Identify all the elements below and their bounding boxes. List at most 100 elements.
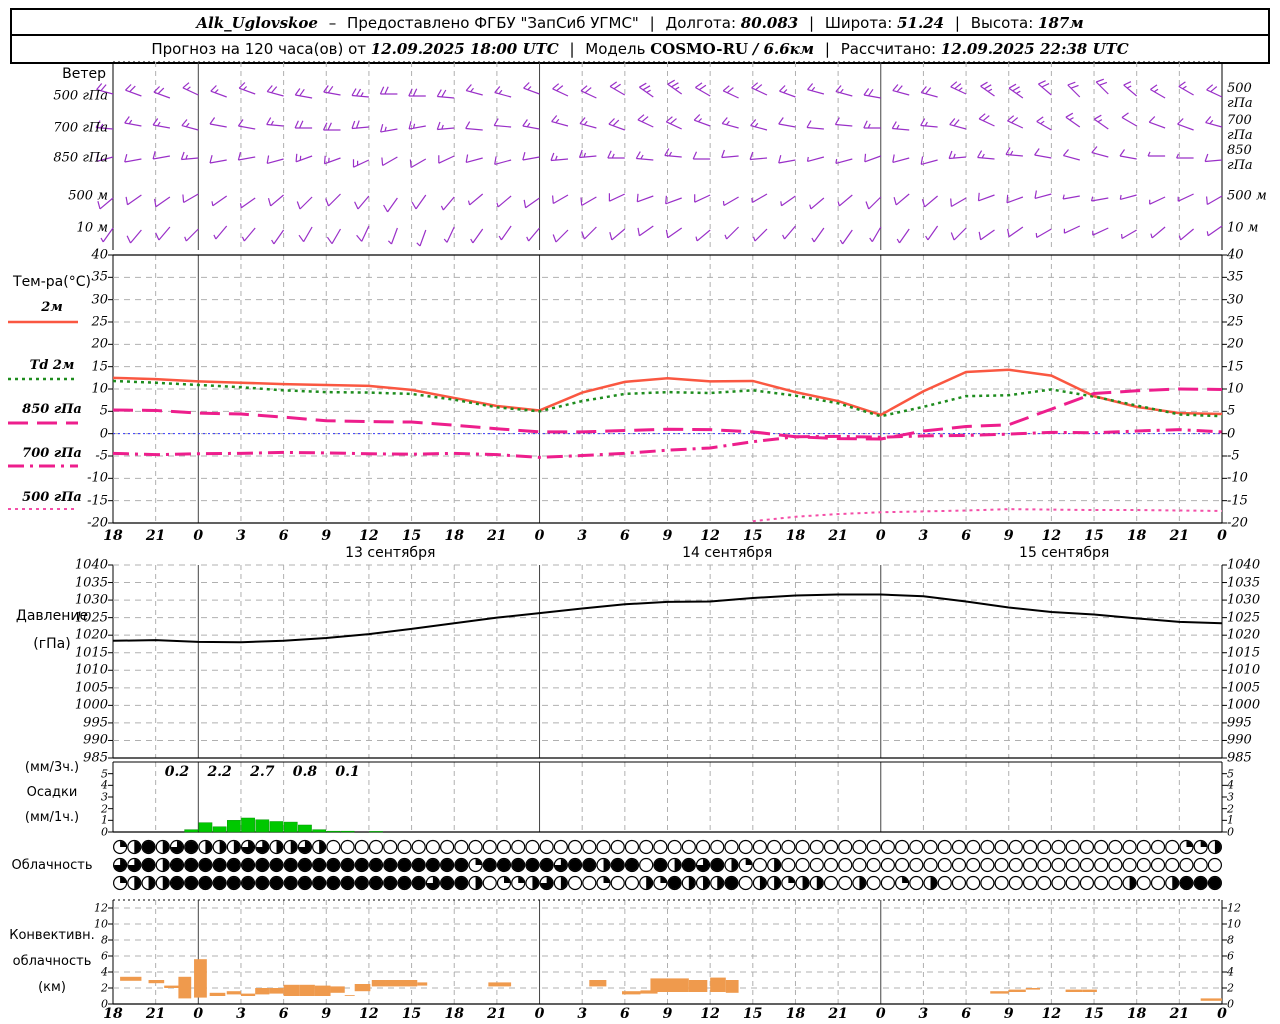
precip-ytick-right: 4 xyxy=(1227,778,1234,792)
wind-level-label-left: 500 гПа xyxy=(53,88,108,104)
cloud-symbol-high xyxy=(767,839,782,855)
cloud-symbol-middle xyxy=(1136,857,1151,873)
convective-cloud-bar xyxy=(1065,989,1083,992)
cloud-fill-low xyxy=(412,877,425,889)
cloud-fill-middle xyxy=(199,859,212,871)
x-hour-label-bottom: 21 xyxy=(1169,1006,1190,1022)
x-hour-label: 15 xyxy=(1084,528,1104,544)
cloud-symbol-high xyxy=(610,839,625,855)
x-hour-label: 21 xyxy=(145,528,166,544)
precip-bar xyxy=(298,824,312,833)
cloud-symbol-high xyxy=(539,839,554,855)
wind-barb xyxy=(608,118,626,131)
pressure-ytick-left: 1015 xyxy=(74,645,108,661)
wind-barb xyxy=(693,114,711,127)
cloud-symbol-middle xyxy=(1022,857,1038,873)
wind-barb xyxy=(724,226,740,240)
cloud-symbol-high xyxy=(1150,839,1166,855)
wind-barb xyxy=(241,227,256,242)
wind-barb xyxy=(977,150,995,160)
precip-bar xyxy=(212,826,227,833)
cloud-fill-low xyxy=(503,877,510,883)
wind-barb xyxy=(551,115,569,127)
wind-barb xyxy=(665,116,682,130)
wind-barb xyxy=(1093,114,1109,130)
x-hour-label: 0 xyxy=(875,528,886,544)
pressure-ytick-left: 1025 xyxy=(74,610,108,626)
x-hour-label: 15 xyxy=(743,528,763,544)
cloud-symbol-low xyxy=(980,875,995,891)
cloud-fill-low xyxy=(199,877,212,889)
wind-barb xyxy=(637,225,654,237)
cloud-fill-low xyxy=(256,877,269,889)
pressure-ytick-left: 990 xyxy=(83,732,108,748)
cloud-symbol-high xyxy=(667,839,682,855)
wind-barb xyxy=(552,229,569,243)
wind-barb xyxy=(980,81,995,97)
wind-barb xyxy=(636,193,654,203)
cloud-symbol-middle xyxy=(1193,857,1208,873)
cloud-fill-middle xyxy=(384,859,397,871)
convective-cloud-bar xyxy=(344,995,355,996)
wind-barb xyxy=(523,197,540,209)
convective-ytick-left: 2 xyxy=(101,981,108,995)
cloud-symbol-low xyxy=(1079,875,1095,891)
pressure-ytick-left: 1030 xyxy=(74,592,108,608)
cloud-symbol-high xyxy=(966,839,981,855)
precip-ytick-left: 1 xyxy=(101,813,108,827)
precip-ytick-left: 0 xyxy=(101,825,108,839)
wind-barb xyxy=(892,154,910,163)
cloud-fill-middle xyxy=(227,859,240,871)
wind-barb xyxy=(806,120,824,130)
wind-barb xyxy=(125,194,142,206)
cloud-symbol-middle xyxy=(1079,857,1095,873)
pressure-ytick-right: 1000 xyxy=(1227,697,1261,713)
x-hour-label: 6 xyxy=(278,528,289,544)
wind-level-label-left: 500 м xyxy=(68,188,108,204)
x-hour-label: 21 xyxy=(487,528,507,544)
wind-barb xyxy=(580,85,597,99)
convective-cloud-bar xyxy=(194,959,207,998)
pressure-ytick-left: 1035 xyxy=(74,575,108,591)
wind-barb xyxy=(381,156,398,167)
wind-barb xyxy=(238,82,256,95)
wind-barb xyxy=(1206,195,1223,206)
cloud-symbol-high xyxy=(454,839,469,855)
wind-barb xyxy=(950,81,967,95)
convective-ytick-left: 0 xyxy=(101,997,108,1011)
legend-label-Td-2м: Td 2м xyxy=(29,358,75,373)
temp-ytick-right: -5 xyxy=(1227,448,1240,464)
wind-barb xyxy=(1119,194,1137,200)
x-hour-label-bottom: 3 xyxy=(577,1006,588,1022)
precip-ytick-left: 5 xyxy=(101,767,108,781)
cloud-symbol-high xyxy=(1037,839,1052,855)
x-hour-label-bottom: 6 xyxy=(961,1006,971,1022)
meteogram-page: Alk_Uglovskoe – Предоставлено ФГБУ "ЗапС… xyxy=(0,0,1280,1024)
x-hour-label-bottom: 21 xyxy=(487,1006,507,1022)
wind-barb xyxy=(498,225,512,241)
wind-barb xyxy=(1092,227,1109,236)
cloud-symbol-high xyxy=(567,839,583,855)
cloud-symbol-low xyxy=(1022,875,1038,891)
cloud-fill-low xyxy=(227,877,240,889)
cloud-symbol-low xyxy=(482,875,497,891)
cloud-fill-low xyxy=(341,877,354,889)
wind-barb xyxy=(752,228,768,242)
wind-barb xyxy=(807,83,825,95)
wind-barb xyxy=(523,82,540,95)
cloud-symbol-middle xyxy=(1165,857,1180,873)
wind-barb xyxy=(210,85,227,98)
cloudiness-label: Облачность xyxy=(11,858,93,873)
wind-barb xyxy=(607,150,625,159)
wind-barb xyxy=(1006,194,1024,204)
wind-barb xyxy=(977,192,995,202)
x-hour-label-bottom: 15 xyxy=(743,1006,763,1022)
cloud-symbol-low xyxy=(582,875,597,891)
cloud-fill-middle xyxy=(298,859,311,871)
cloud-symbol-low xyxy=(624,875,640,891)
precip-3h-sum: 0.2 xyxy=(164,764,190,780)
cloud-symbol-high xyxy=(923,839,938,855)
wind-barb xyxy=(864,153,882,163)
cloud-fill-low xyxy=(660,877,667,883)
x-hour-label: 0 xyxy=(534,528,545,544)
